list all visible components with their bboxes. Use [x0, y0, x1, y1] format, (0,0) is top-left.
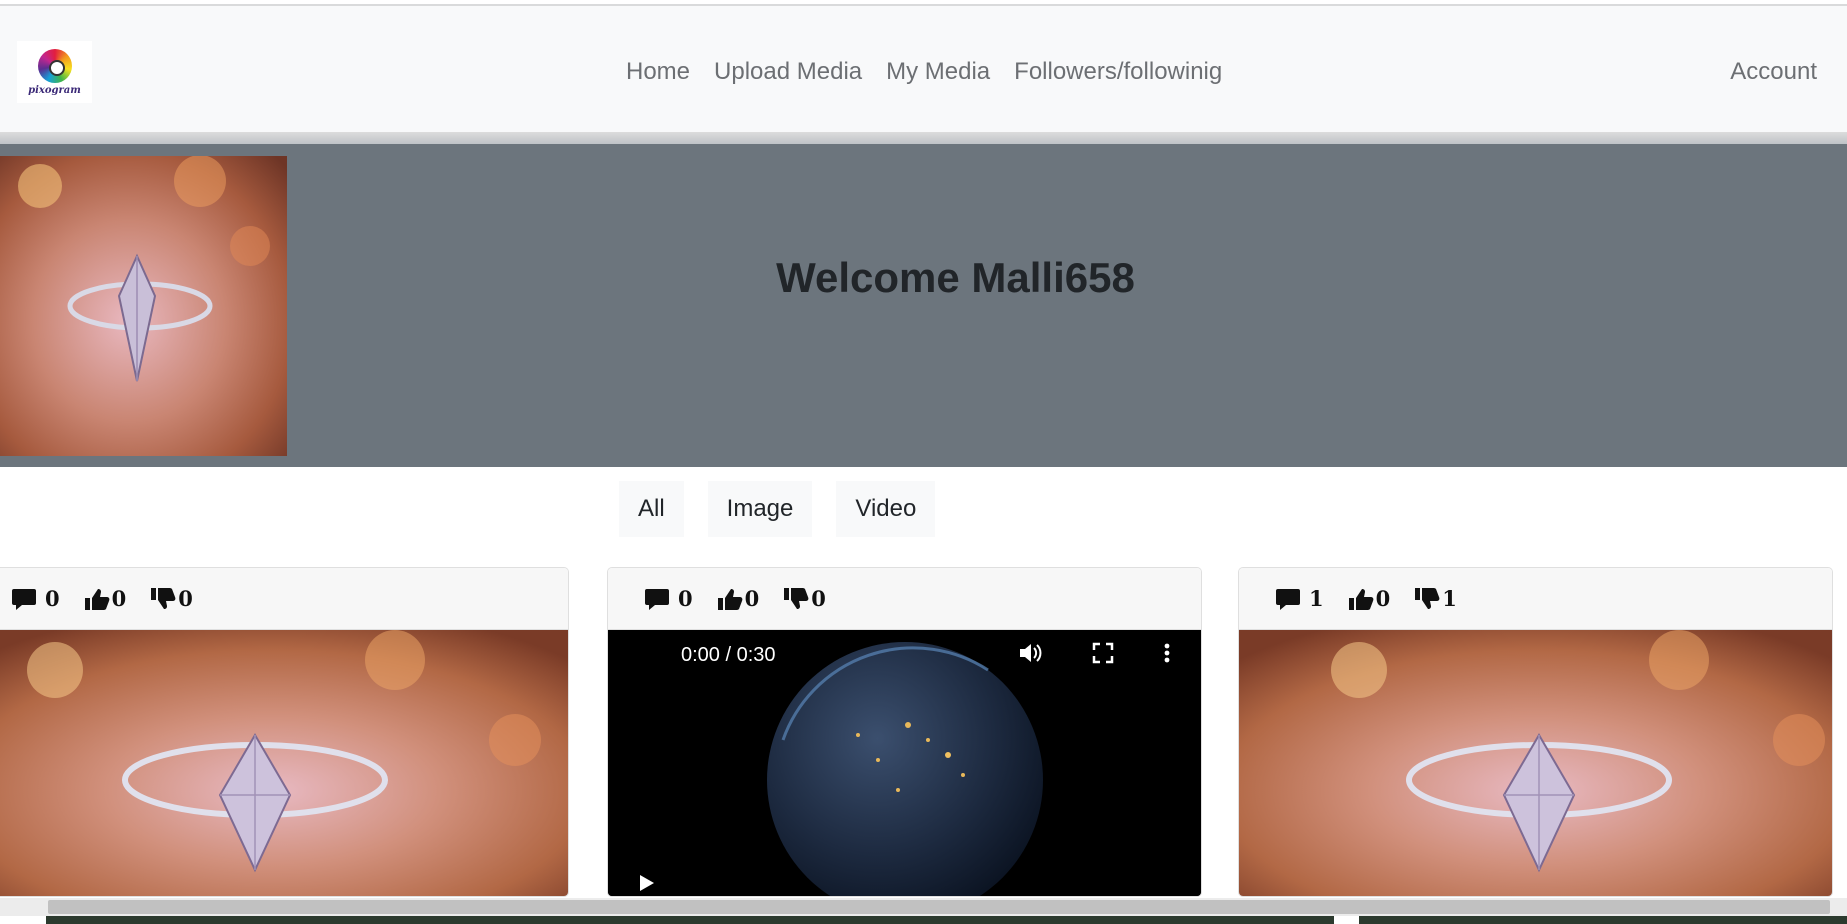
play-icon	[640, 875, 654, 891]
like-stat[interactable]: 0	[84, 586, 127, 611]
card-stats: 0 0 0	[608, 568, 1201, 630]
navbar-divider	[0, 132, 1847, 144]
video-time: 0:00 / 0:30	[681, 644, 776, 666]
comment-icon	[12, 588, 36, 610]
like-stat[interactable]: 0	[717, 586, 760, 611]
play-button[interactable]	[636, 873, 658, 896]
dislike-count: 0	[178, 586, 193, 611]
nav-my-media[interactable]: My Media	[874, 58, 1002, 86]
card-stats: 1 0 1	[1239, 568, 1832, 630]
welcome-heading: Welcome Malli658	[776, 254, 1135, 301]
page: pixogram Home Upload Media My Media Foll…	[0, 0, 1847, 924]
camera-aperture-icon	[37, 48, 72, 83]
comment-icon	[645, 588, 669, 610]
media-card: 0 0 0	[0, 567, 569, 897]
nav-home[interactable]: Home	[614, 58, 702, 86]
thumbs-up-icon	[717, 588, 743, 610]
more-vertical-icon	[1164, 643, 1170, 663]
like-stat[interactable]: 0	[1348, 586, 1391, 611]
thumbs-up-icon	[84, 588, 110, 610]
like-count: 0	[1375, 586, 1391, 611]
navbar: pixogram Home Upload Media My Media Foll…	[0, 4, 1847, 132]
ring-photo	[1239, 630, 1832, 896]
dislike-count: 1	[1442, 586, 1457, 611]
media-filters: All Image Video	[619, 481, 936, 537]
like-count: 0	[111, 586, 127, 611]
horizontal-scrollbar[interactable]	[0, 898, 1847, 916]
dislike-count: 0	[811, 586, 826, 611]
comment-icon	[1276, 588, 1300, 610]
nav-account[interactable]: Account	[1730, 58, 1817, 86]
profile-image	[0, 156, 287, 456]
dislike-stat[interactable]: 0	[783, 586, 826, 611]
comment-stat[interactable]: 1	[1275, 586, 1324, 611]
card-image[interactable]	[0, 630, 568, 896]
thumbs-down-icon	[1415, 587, 1440, 609]
comment-stat[interactable]: 0	[11, 586, 60, 611]
video-frame: 0:00 / 0:30	[608, 630, 1201, 896]
filter-video-button[interactable]: Video	[836, 481, 936, 537]
thumbs-down-icon	[784, 587, 809, 609]
dislike-stat[interactable]: 1	[1414, 586, 1457, 611]
earth-video-frame	[608, 630, 1201, 896]
nav-links: Home Upload Media My Media Followers/fol…	[614, 58, 1234, 86]
volume-icon	[1020, 644, 1042, 662]
thumbs-up-icon	[1348, 588, 1374, 610]
comment-stat[interactable]: 0	[644, 586, 693, 611]
hero-banner: Welcome Malli658	[0, 144, 1847, 467]
ring-photo	[0, 630, 568, 896]
video-player[interactable]: 0:00 / 0:30	[608, 630, 1201, 896]
nav-upload-media[interactable]: Upload Media	[702, 58, 874, 86]
logo-text: pixogram	[28, 84, 81, 96]
comment-count: 0	[45, 586, 60, 611]
dislike-stat[interactable]: 0	[150, 586, 193, 611]
filter-all-button[interactable]: All	[619, 481, 684, 537]
media-card: 1 0 1	[1238, 567, 1833, 897]
scrollbar-thumb[interactable]	[48, 900, 1830, 914]
fullscreen-button[interactable]	[1092, 642, 1114, 669]
logo[interactable]: pixogram	[17, 41, 92, 103]
fullscreen-icon	[1092, 642, 1114, 664]
card-stats: 0 0 0	[0, 568, 568, 630]
thumbs-down-icon	[151, 587, 176, 609]
volume-button[interactable]	[1018, 642, 1044, 669]
card-image[interactable]	[1239, 630, 1832, 896]
nav-followers-following[interactable]: Followers/followinig	[1002, 58, 1234, 86]
like-count: 0	[744, 586, 760, 611]
next-row-preview	[0, 916, 1847, 924]
media-card: 0 0 0	[607, 567, 1202, 897]
comment-count: 0	[678, 586, 693, 611]
filter-image-button[interactable]: Image	[707, 481, 813, 537]
more-options-button[interactable]	[1163, 642, 1171, 669]
comment-count: 1	[1309, 586, 1324, 611]
